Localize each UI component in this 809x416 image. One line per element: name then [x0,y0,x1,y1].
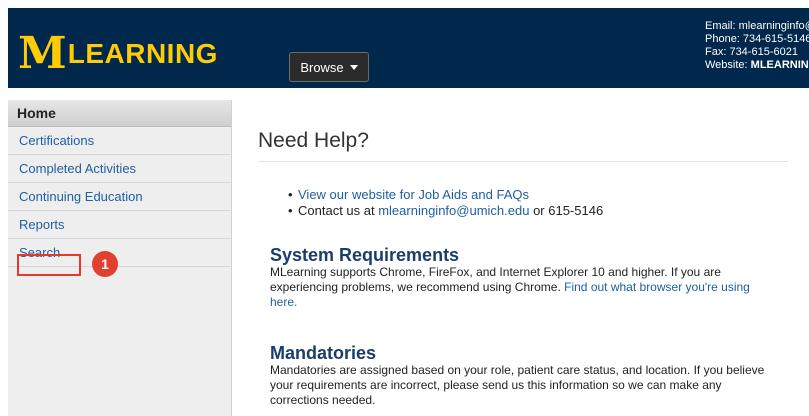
caret-down-icon [349,64,358,70]
sidebar-item-label: Certifications [19,133,95,148]
section-heading: Mandatories [270,343,377,363]
sidebar-item-label: Reports [19,217,65,232]
main-content: Need Help? View our website for Job Aids… [258,100,788,407]
email-link[interactable]: mlearninginfo@umich.edu [378,203,529,218]
help-list: View our website for Job Aids and FAQs C… [288,187,603,219]
sidebar-item-label: Continuing Education [19,189,143,204]
website-label: Website: [705,59,751,71]
search-highlight-box [17,254,81,276]
contact-phone: Phone: 734-615-5146 [705,33,809,45]
sidebar-item-reports[interactable]: Reports [8,211,231,239]
section-heading: System Requirements [270,245,460,265]
system-requirements-section: System Requirements MLearning supports C… [270,245,770,310]
list-item: View our website for Job Aids and FAQs [288,187,603,203]
mlearning-logo[interactable]: M LEARNING [18,28,218,79]
section-text: Mandatories are assigned based on your r… [270,363,765,407]
sidebar-item-label: Completed Activities [19,161,137,176]
website-link[interactable]: MLEARNING [751,59,809,71]
logo-block-m: M [18,28,67,79]
job-aids-link[interactable]: View our website for Job Aids and FAQs [298,187,529,202]
list-item: Contact us at mlearninginfo@umich.edu or… [288,203,603,219]
contact-fax: Fax: 734-615-6021 [705,46,798,58]
browse-label: Browse [300,59,344,75]
page-title: Need Help? [258,100,788,162]
sidebar-item-home[interactable]: Home [8,100,231,127]
contact-info: Email: mlearninginfo@umich.edu Phone: 73… [705,20,809,72]
sidebar-item-continuing-education[interactable]: Continuing Education [8,183,231,211]
mandatories-section: Mandatories Mandatories are assigned bas… [270,343,770,408]
sidebar-item-completed-activities[interactable]: Completed Activities [8,155,231,183]
help-item-text: Contact us at [298,203,379,218]
sidebar-item-certifications[interactable]: Certifications [8,127,231,155]
help-item-text: or 615-5146 [529,203,604,218]
contact-email: Email: mlearninginfo@umich.edu [705,20,809,32]
sidebar-nav: Home Certifications Completed Activities… [8,100,232,416]
browse-dropdown-button[interactable]: Browse [289,52,369,82]
site-header: M LEARNING Browse Email: mlearninginfo@u… [8,8,809,88]
step-callout-badge: 1 [92,251,118,277]
contact-website: Website: MLEARNING [705,59,809,72]
section-text: MLearning supports Chrome, FireFox, and … [270,265,770,310]
logo-wordmark: LEARNING [67,38,218,69]
